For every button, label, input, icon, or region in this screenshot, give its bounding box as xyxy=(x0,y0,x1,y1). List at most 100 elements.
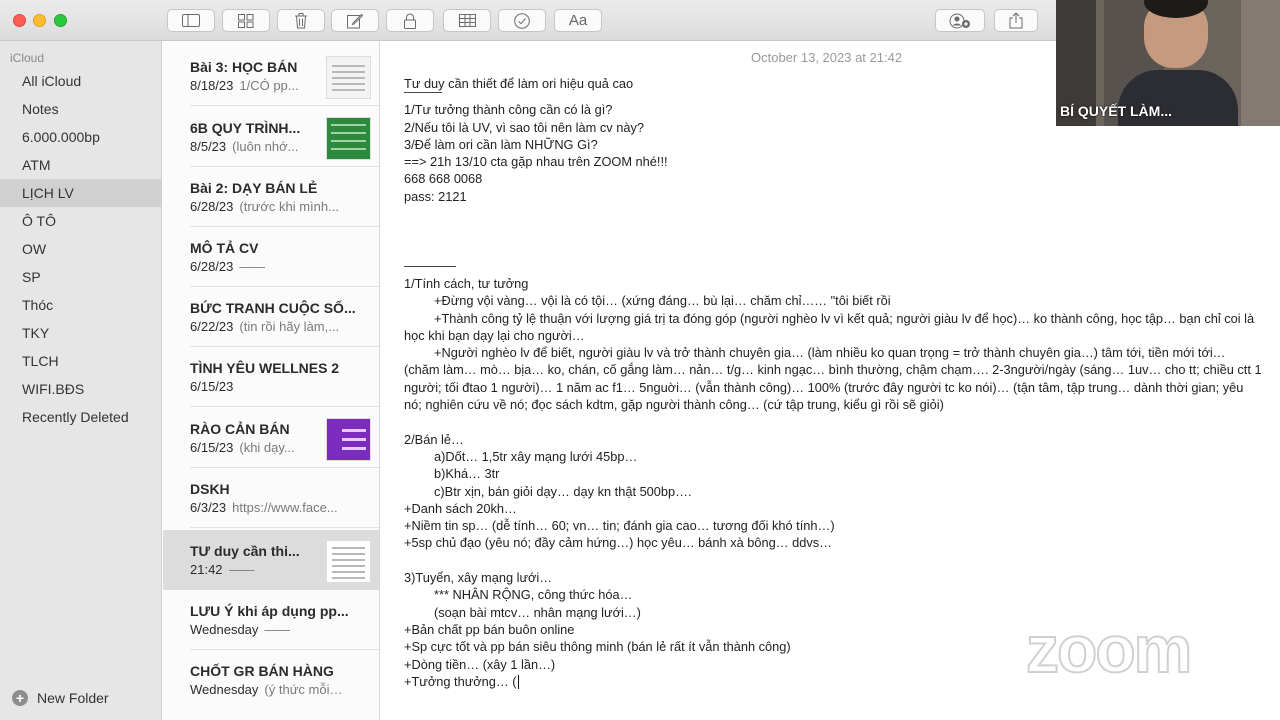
folder-tlch[interactable]: TLCH xyxy=(0,347,162,375)
folder-thoc[interactable]: Thóc xyxy=(0,291,162,319)
folder-wifi-bds[interactable]: WIFI.BĐS xyxy=(0,375,162,403)
format-text-button[interactable]: Aa xyxy=(554,9,602,32)
meeting-password: pass: 2121 xyxy=(404,188,467,204)
note-line: ==> 21h 13/10 cta gặp nhau trên ZOOM nhé… xyxy=(404,154,668,170)
section-heading: 2/Bán lẻ… xyxy=(404,431,464,447)
new-folder-button[interactable]: + New Folder xyxy=(12,690,109,706)
minimize-window-button[interactable] xyxy=(33,14,46,27)
note-list-item-selected[interactable]: TƯ duy cần thi... 21:42 —— xyxy=(163,530,379,590)
plus-circle-icon: + xyxy=(12,690,28,706)
zoom-window-button[interactable] xyxy=(54,14,67,27)
note-line: a)Dốt… 1,5tr xây mạng lưới 45bp… xyxy=(434,448,638,464)
folder-lich-lv[interactable]: LỊCH LV xyxy=(0,179,162,207)
share-icon xyxy=(1009,12,1023,29)
note-meta: Wednesday (ý thức mỗi n... xyxy=(190,682,344,697)
folder-ow[interactable]: OW xyxy=(0,235,162,263)
folder-tky[interactable]: TKY xyxy=(0,319,162,347)
note-meta: 6/22/23 (tin rồi hãy làm,... xyxy=(190,319,339,334)
note-preview: (tin rồi hãy làm,... xyxy=(239,319,340,334)
sidebar-toggle-icon xyxy=(182,14,200,27)
checklist-button[interactable] xyxy=(498,9,546,32)
note-preview: (trước khi mình... xyxy=(239,199,339,214)
note-line: 3/Để làm ori cần làm NHỮNG Gì? xyxy=(404,136,598,152)
note-title: 6B QUY TRÌNH... xyxy=(190,120,301,136)
note-list-item[interactable]: RÀO CẢN BÁN 6/15/23 (khi dạy... xyxy=(163,408,379,468)
add-people-icon xyxy=(949,13,970,28)
note-list-item[interactable]: CHỐT GR BÁN HÀNG Wednesday (ý thức mỗi n.… xyxy=(163,650,379,710)
note-line: +5sp chủ đạo (yêu nó; đầy cảm hứng…) học… xyxy=(404,535,832,551)
note-date: 8/18/23 xyxy=(190,78,234,93)
participant-video[interactable]: BÍ QUYẾT LÀM... xyxy=(1056,0,1280,126)
note-date: Wednesday xyxy=(190,622,259,637)
note-line: +Niềm tin sp… (dễ tính… 60; vn… tin; đán… xyxy=(404,518,835,534)
sidebar-toggle-button[interactable] xyxy=(167,9,215,32)
folder-atm[interactable]: ATM xyxy=(0,151,162,179)
format-text-icon: Aa xyxy=(568,12,588,29)
note-paragraph: +Người nghèo lv để biết, người giàu lv v… xyxy=(404,345,1262,413)
zoom-watermark-logo: zoom xyxy=(1025,612,1193,686)
share-button[interactable] xyxy=(994,9,1038,32)
folder-sp[interactable]: SP xyxy=(0,263,162,291)
delete-note-button[interactable] xyxy=(277,9,325,32)
folder-o-to[interactable]: Ô TÔ xyxy=(0,207,162,235)
note-paragraph: +Thành công tỷ lệ thuận với lượng giá tr… xyxy=(404,310,1255,343)
note-preview: —— xyxy=(239,259,266,274)
note-date: 6/28/23 xyxy=(190,259,234,274)
note-list-item[interactable]: Bài 2: DẠY BÁN LẺ 6/28/23 (trước khi mình… xyxy=(163,167,379,227)
lock-note-button[interactable] xyxy=(386,9,434,32)
note-line: b)Khá… 3tr xyxy=(434,466,500,482)
note-date: 21:42 xyxy=(190,562,223,577)
folder-recently-deleted[interactable]: Recently Deleted xyxy=(0,403,162,431)
account-header: iCloud xyxy=(10,51,45,65)
note-meta: 6/15/23 xyxy=(190,379,239,394)
compose-note-button[interactable] xyxy=(331,9,379,32)
note-meta: 8/5/23 (luôn nhớ... xyxy=(190,139,299,154)
note-list-item[interactable]: LƯU Ý khi áp dụng pp... Wednesday —— xyxy=(163,590,379,650)
gallery-view-button[interactable] xyxy=(222,9,270,32)
insert-table-button[interactable] xyxy=(443,9,491,32)
note-thumbnail xyxy=(326,418,371,461)
gallery-view-icon xyxy=(238,13,254,28)
note-body[interactable]: Tư duy cần thiết để làm ori hiệu quả cao… xyxy=(404,75,1264,690)
note-title: CHỐT GR BÁN HÀNG xyxy=(190,663,334,679)
note-list-item[interactable]: TÌNH YÊU WELLNES 2 6/15/23 xyxy=(163,347,379,407)
note-list-item[interactable]: MÔ TẢ CV 6/28/23 —— xyxy=(163,227,379,287)
note-date: 6/22/23 xyxy=(190,319,234,334)
close-window-button[interactable] xyxy=(13,14,26,27)
compose-icon xyxy=(347,13,363,28)
meeting-id: 668 668 0068 xyxy=(404,171,483,187)
note-list-item[interactable]: BỨC TRANH CUỘC SỐ... 6/22/23 (tin rồi hãy… xyxy=(163,287,379,347)
folder-notes[interactable]: Notes xyxy=(0,95,162,123)
note-preview: https://www.face... xyxy=(232,500,338,515)
note-title: RÀO CẢN BÁN xyxy=(190,421,290,437)
note-title: Bài 3: HỌC BÁN xyxy=(190,59,298,75)
note-list-item[interactable]: DSKH 6/3/23 https://www.face... xyxy=(163,468,379,528)
note-line: +Đừng vội vàng… vội là có tội… (xứng đán… xyxy=(434,293,891,309)
note-title: MÔ TẢ CV xyxy=(190,240,259,256)
divider xyxy=(190,527,379,528)
note-preview: (luôn nhớ... xyxy=(232,139,299,154)
note-date: Wednesday xyxy=(190,682,259,697)
note-meta: 6/28/23 —— xyxy=(190,259,265,274)
participant-name: BÍ QUYẾT LÀM... xyxy=(1060,103,1172,119)
note-timestamp: October 13, 2023 at 21:42 xyxy=(751,50,903,65)
note-line: c)Btr xịn, bán giỏi dạy… dạy kn thật 500… xyxy=(434,483,692,499)
section-heading: 3)Tuyển, xây mạng lưới… xyxy=(404,570,553,586)
note-list-item[interactable]: 6B QUY TRÌNH... 8/5/23 (luôn nhớ... xyxy=(163,107,379,167)
checklist-icon xyxy=(514,12,530,29)
note-meta: 21:42 —— xyxy=(190,562,255,577)
add-people-button[interactable] xyxy=(935,9,985,32)
folders-sidebar: iCloud All iCloud Notes 6.000.000bp ATM … xyxy=(0,41,162,720)
folder-all-icloud[interactable]: All iCloud xyxy=(0,67,162,95)
folder-6000000bp[interactable]: 6.000.000bp xyxy=(0,123,162,151)
note-date: 6/28/23 xyxy=(190,199,234,214)
note-title: TÌNH YÊU WELLNES 2 xyxy=(190,360,340,376)
note-line: *** NHÂN RỘNG, công thức hóa… xyxy=(434,587,633,603)
note-list-item[interactable]: Bài 3: HỌC BÁN 8/18/23 1/CÓ pp... xyxy=(163,46,379,106)
divider xyxy=(404,265,456,267)
note-line: +Danh sách 20kh… xyxy=(404,500,517,516)
note-title: LƯU Ý khi áp dụng pp... xyxy=(190,603,349,619)
